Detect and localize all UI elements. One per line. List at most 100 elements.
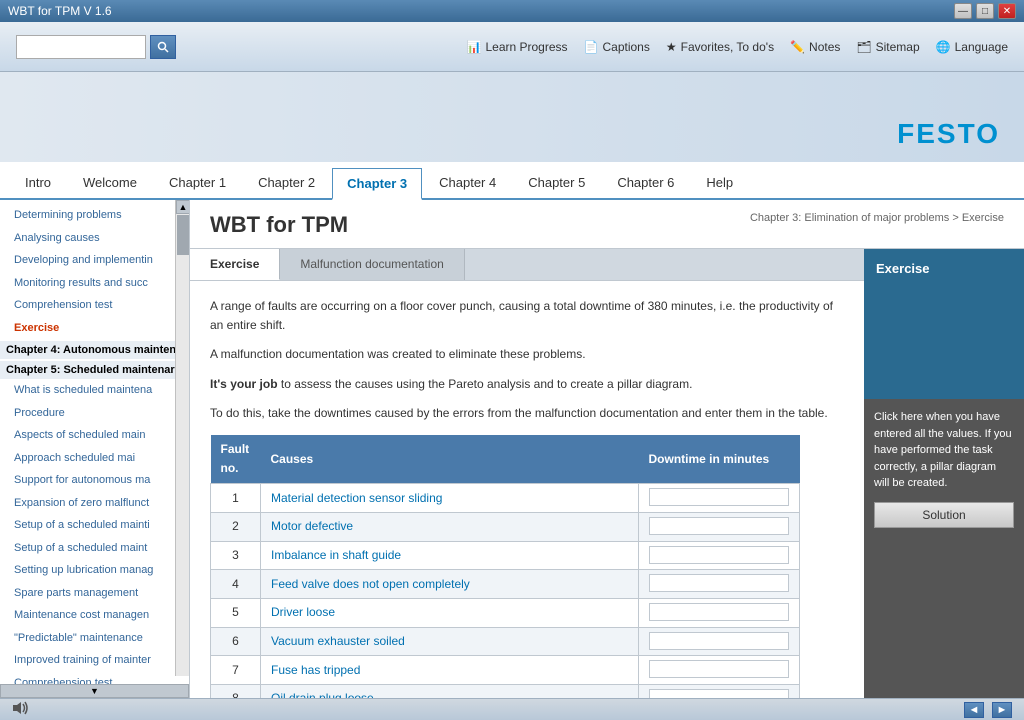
exercise-area: Exercise Malfunction documentation A ran… bbox=[190, 249, 1024, 698]
search-input[interactable] bbox=[16, 35, 146, 59]
topbar-favorites[interactable]: ★ Favorites, To do's bbox=[666, 40, 774, 54]
sidebar-item-determining[interactable]: Determining problems bbox=[0, 204, 189, 227]
exercise-para3-suffix: to assess the causes using the Pareto an… bbox=[278, 377, 693, 391]
topbar-language[interactable]: 🌐 Language bbox=[936, 40, 1008, 54]
topbar-nav: 📊 Learn Progress 📄 Captions ★ Favorites,… bbox=[467, 40, 1008, 54]
maximize-button[interactable]: □ bbox=[976, 3, 994, 19]
bottombar: ◄ ► bbox=[0, 698, 1024, 720]
exercise-tabs: Exercise Malfunction documentation bbox=[190, 249, 864, 281]
topbar-sitemap[interactable]: 🗂 Sitemap bbox=[856, 40, 919, 54]
fault-downtime-2[interactable] bbox=[639, 513, 800, 542]
fault-downtime-6[interactable] bbox=[639, 627, 800, 656]
tab-help[interactable]: Help bbox=[691, 166, 748, 198]
scroll-up-button[interactable]: ▲ bbox=[176, 200, 190, 214]
fault-downtime-5[interactable] bbox=[639, 599, 800, 628]
exercise-body: A range of faults are occurring on a flo… bbox=[190, 281, 864, 698]
sidebar-item-monitoring[interactable]: Monitoring results and succ bbox=[0, 272, 189, 295]
sidebar-item-expansion[interactable]: Expansion of zero malflunct bbox=[0, 492, 189, 515]
sidebar-item-predictable[interactable]: "Predictable" maintenance bbox=[0, 627, 189, 650]
sidebar-item-spare-parts[interactable]: Spare parts management bbox=[0, 582, 189, 605]
search-area bbox=[16, 35, 176, 59]
next-button[interactable]: ► bbox=[992, 702, 1012, 718]
sidebar-chapter5[interactable]: Chapter 5: Scheduled maintenar bbox=[0, 361, 189, 379]
right-panel: Exercise Click here when you have entere… bbox=[864, 249, 1024, 698]
tab-chapter1[interactable]: Chapter 1 bbox=[154, 166, 241, 198]
scroll-down-button[interactable]: ▼ bbox=[0, 684, 189, 698]
fault-downtime-4[interactable] bbox=[639, 570, 800, 599]
topbar-notes[interactable]: ✏️ Notes bbox=[790, 40, 840, 54]
sidebar-item-lubrication[interactable]: Setting up lubrication manag bbox=[0, 559, 189, 582]
sidebar-item-setup1[interactable]: Setup of a scheduled mainti bbox=[0, 514, 189, 537]
sidebar-item-developing[interactable]: Developing and implementin bbox=[0, 249, 189, 272]
titlebar-controls: — □ ✕ bbox=[954, 3, 1016, 19]
tab-chapter5[interactable]: Chapter 5 bbox=[513, 166, 600, 198]
sidebar-item-maintenance-cost[interactable]: Maintenance cost managen bbox=[0, 604, 189, 627]
titlebar-title: WBT for TPM V 1.6 bbox=[8, 4, 112, 18]
fault-cause-2: Motor defective bbox=[261, 513, 639, 542]
exercise-tab-malfunction[interactable]: Malfunction documentation bbox=[280, 249, 464, 280]
exercise-para3: It's your job to assess the causes using… bbox=[210, 375, 844, 394]
table-header-causes: Causes bbox=[261, 435, 639, 484]
sidebar-item-comprehension1[interactable]: Comprehension test bbox=[0, 294, 189, 317]
sidebar-item-exercise[interactable]: Exercise bbox=[0, 317, 189, 340]
solution-button[interactable]: Solution bbox=[874, 502, 1014, 528]
nav-tabs: Intro Welcome Chapter 1 Chapter 2 Chapte… bbox=[0, 162, 1024, 200]
fault-no-1: 1 bbox=[211, 484, 261, 513]
minimize-button[interactable]: — bbox=[954, 3, 972, 19]
table-row: 2 Motor defective bbox=[211, 513, 800, 542]
fault-no-5: 5 bbox=[211, 599, 261, 628]
exercise-tab-exercise[interactable]: Exercise bbox=[190, 249, 280, 280]
fault-cause-6: Vacuum exhauster soiled bbox=[261, 627, 639, 656]
sidebar-item-analysing[interactable]: Analysing causes bbox=[0, 227, 189, 250]
fault-downtime-1[interactable] bbox=[639, 484, 800, 513]
exercise-label: Exercise bbox=[876, 261, 930, 276]
table-row: 1 Material detection sensor sliding bbox=[211, 484, 800, 513]
sound-button[interactable] bbox=[12, 701, 30, 718]
fault-table-body: 1 Material detection sensor sliding 2 Mo… bbox=[211, 484, 800, 698]
tab-chapter4[interactable]: Chapter 4 bbox=[424, 166, 511, 198]
topbar-captions[interactable]: 📄 Captions bbox=[584, 40, 650, 54]
sidebar-item-improved[interactable]: Improved training of mainter bbox=[0, 649, 189, 672]
topbar-learn-progress[interactable]: 📊 Learn Progress bbox=[467, 40, 568, 54]
search-button[interactable] bbox=[150, 35, 176, 59]
fault-downtime-7[interactable] bbox=[639, 656, 800, 685]
table-row: 6 Vacuum exhauster soiled bbox=[211, 627, 800, 656]
fault-cause-8: Oil drain plug loose bbox=[261, 685, 639, 698]
sidebar-chapter4[interactable]: Chapter 4: Autonomous mainten bbox=[0, 341, 189, 359]
fault-table: Fault no. Causes Downtime in minutes 1 M… bbox=[210, 435, 800, 698]
fault-no-8: 8 bbox=[211, 685, 261, 698]
tab-chapter3[interactable]: Chapter 3 bbox=[332, 168, 422, 200]
globe-icon: 🌐 bbox=[936, 40, 951, 54]
sidebar-item-procedure[interactable]: Procedure bbox=[0, 402, 189, 425]
sidebar-scrollbar[interactable]: ▲ bbox=[175, 200, 189, 676]
exercise-label-box: Exercise bbox=[864, 249, 1024, 399]
scrollbar-thumb[interactable] bbox=[177, 215, 189, 255]
festo-logo: FESTO bbox=[897, 118, 1000, 150]
tab-welcome[interactable]: Welcome bbox=[68, 166, 152, 198]
fault-cause-7: Fuse has tripped bbox=[261, 656, 639, 685]
sidebar-item-support[interactable]: Support for autonomous ma bbox=[0, 469, 189, 492]
table-row: 5 Driver loose bbox=[211, 599, 800, 628]
sidebar-item-comprehension2[interactable]: Comprehension test bbox=[0, 672, 189, 685]
sidebar-item-setup2[interactable]: Setup of a scheduled maint bbox=[0, 537, 189, 560]
tab-chapter2[interactable]: Chapter 2 bbox=[243, 166, 330, 198]
prev-button[interactable]: ◄ bbox=[964, 702, 984, 718]
close-button[interactable]: ✕ bbox=[998, 3, 1016, 19]
table-header-no: Fault no. bbox=[211, 435, 261, 484]
table-row: 4 Feed valve does not open completely bbox=[211, 570, 800, 599]
tab-chapter6[interactable]: Chapter 6 bbox=[602, 166, 689, 198]
sidebar-item-approach[interactable]: Approach scheduled mai bbox=[0, 447, 189, 470]
page-title: WBT for TPM bbox=[210, 212, 348, 238]
titlebar: WBT for TPM V 1.6 — □ ✕ bbox=[0, 0, 1024, 22]
content-header: WBT for TPM Chapter 3: Elimination of ma… bbox=[190, 200, 1024, 249]
sidebar-item-aspects[interactable]: Aspects of scheduled main bbox=[0, 424, 189, 447]
fault-downtime-3[interactable] bbox=[639, 541, 800, 570]
fault-downtime-8[interactable] bbox=[639, 685, 800, 698]
table-row: 3 Imbalance in shaft guide bbox=[211, 541, 800, 570]
fault-cause-5: Driver loose bbox=[261, 599, 639, 628]
nav-arrows: ◄ ► bbox=[964, 702, 1012, 718]
tab-intro[interactable]: Intro bbox=[10, 166, 66, 198]
topbar: 📊 Learn Progress 📄 Captions ★ Favorites,… bbox=[0, 22, 1024, 72]
fault-no-4: 4 bbox=[211, 570, 261, 599]
sidebar-item-what-is[interactable]: What is scheduled maintena bbox=[0, 379, 189, 402]
